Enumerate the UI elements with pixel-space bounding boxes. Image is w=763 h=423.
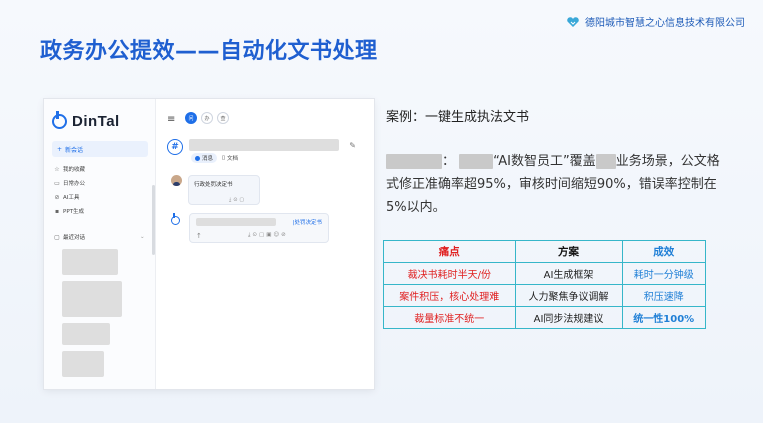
header-solution: 方案 (514, 240, 623, 263)
header-effect: 成效 (621, 240, 706, 263)
sidebar-recent-header[interactable]: ▢ 最近对话 ⌄ (54, 233, 150, 242)
pain-cell: 裁量标准不统一 (383, 306, 516, 329)
sidebar-item-favorites[interactable]: ☆ 我的收藏 (54, 165, 86, 174)
sidebar-item-label: PPT生成 (63, 209, 84, 215)
redacted-count (459, 154, 494, 169)
message-actions[interactable]: ⤓⊙▢ (229, 197, 246, 203)
solution-cell: 人力聚焦争议调解 (514, 284, 623, 307)
pain-cell: 案件积压，核心处理难 (383, 284, 516, 307)
sidebar-item-ppt[interactable]: ▪ PPT生成 (54, 207, 84, 216)
pill-messages[interactable]: 消息 (191, 153, 218, 163)
sidebar-scrollbar[interactable] (152, 185, 155, 255)
dot-icon (195, 155, 200, 161)
chat-icon: ▢ (54, 233, 60, 241)
sidebar: DinTal + 新会话 ☆ 我的收藏 ▭ 日常办公 ⊘ AI工具 ▪ PPT生… (44, 99, 156, 389)
pill-label: 消息 (202, 156, 214, 162)
pill-docs[interactable]: ▯ 文档 (222, 153, 238, 163)
recent-label: 最近对话 (63, 235, 86, 241)
ppt-icon: ▪ (54, 207, 60, 215)
effect-cell: 积压速降 (621, 284, 706, 307)
chevron-down-icon: ⌄ (140, 234, 145, 240)
table-row: 案件积压，核心处理难 人力聚焦争议调解 积压速降 (383, 284, 706, 307)
sidebar-item-office[interactable]: ▭ 日常办公 (54, 179, 86, 188)
bot-avatar-icon (171, 213, 180, 225)
sidebar-item-label: 日常办公 (63, 181, 86, 187)
tab-do[interactable]: 办 (201, 112, 213, 124)
edit-icon[interactable]: ✎ (349, 141, 356, 150)
briefcase-icon: ▭ (54, 179, 60, 187)
redacted-title (189, 139, 339, 151)
doc-icon: ▯ (222, 155, 226, 161)
case-heading: 案例：一键生成执法文书 (386, 110, 530, 125)
mode-tabs: 问 办 查 (185, 112, 229, 124)
heart-logo-icon (566, 16, 580, 27)
star-icon: ☆ (54, 165, 60, 173)
company-name: 德阳城市智慧之心信息技术有限公司 (585, 18, 745, 29)
redacted-region (62, 351, 104, 377)
user-message-text: 行政处罚决定书 (194, 182, 233, 188)
app-screenshot: DinTal + 新会话 ☆ 我的收藏 ▭ 日常办公 ⊘ AI工具 ▪ PPT生… (44, 99, 374, 389)
effect-cell: 耗时一分钟级 (621, 262, 706, 285)
table-header-row: 痛点 方案 成效 (383, 240, 706, 263)
menu-icon[interactable]: ≡ (167, 114, 175, 125)
sidebar-item-label: AI工具 (63, 195, 80, 201)
redacted-region (62, 281, 122, 317)
bot-message-title: |处罚决定书 (292, 220, 322, 226)
pill-label: 文档 (227, 156, 239, 162)
solution-cell: AI生成框架 (514, 262, 623, 285)
page-title: 政务办公提效——自动化文书处理 (40, 39, 378, 64)
bot-message-actions[interactable]: ⤓⊙▢▣☺⊘ (248, 232, 288, 239)
hash-icon: # (167, 139, 183, 155)
redacted-region (62, 323, 110, 345)
bot-message-card: |处罚决定书 ↑ ⤓⊙▢▣☺⊘ (189, 213, 329, 243)
tab-search[interactable]: 查 (217, 112, 229, 124)
redacted-org (386, 154, 442, 169)
effect-cell: 统一性100% (621, 306, 706, 329)
brand-logo-icon (52, 111, 67, 129)
tab-ask[interactable]: 问 (185, 112, 197, 124)
desc-text-2: “AI数智员工”覆盖 (493, 154, 596, 169)
arrow-up-icon[interactable]: ↑ (196, 232, 202, 240)
sidebar-item-ai-tools[interactable]: ⊘ AI工具 (54, 193, 80, 202)
new-chat-label: 新会话 (65, 146, 84, 154)
ai-tool-icon: ⊘ (54, 193, 60, 201)
new-chat-button[interactable]: + 新会话 (52, 141, 148, 157)
chat-main: ≡ 问 办 查 # ✎ 消息 ▯ 文档 行政处罚决定书 ⤓⊙▢ |处罚决定书 ↑… (157, 99, 374, 389)
brand-name: DinTal (72, 113, 120, 130)
user-message-card: 行政处罚决定书 ⤓⊙▢ (188, 175, 260, 205)
redacted-text (196, 218, 276, 226)
brand: DinTal (52, 111, 120, 130)
redacted-scope (595, 154, 616, 169)
sidebar-item-label: 我的收藏 (63, 167, 86, 173)
header-pain: 痛点 (383, 240, 516, 263)
desc-text-1: ： (442, 154, 456, 169)
user-message: 行政处罚决定书 ⤓⊙▢ (171, 175, 260, 205)
redacted-region (62, 249, 118, 275)
user-avatar (171, 175, 182, 186)
filter-pills: 消息 ▯ 文档 (191, 153, 238, 163)
company-logo: 德阳城市智慧之心信息技术有限公司 (566, 14, 745, 29)
comparison-table: 痛点 方案 成效 裁决书耗时半天/份 AI生成框架 耗时一分钟级 案件积压，核心… (383, 240, 706, 329)
solution-cell: AI同步法规建议 (514, 306, 623, 329)
pain-cell: 裁决书耗时半天/份 (383, 262, 516, 285)
plus-icon: + (57, 145, 63, 153)
table-row: 裁量标准不统一 AI同步法规建议 统一性100% (383, 306, 706, 329)
case-description: ： “AI数智员工”覆盖 业务场景，公文格式修正准确率超95%，审核时间缩短90%… (386, 150, 722, 219)
table-row: 裁决书耗时半天/份 AI生成框架 耗时一分钟级 (383, 262, 706, 285)
